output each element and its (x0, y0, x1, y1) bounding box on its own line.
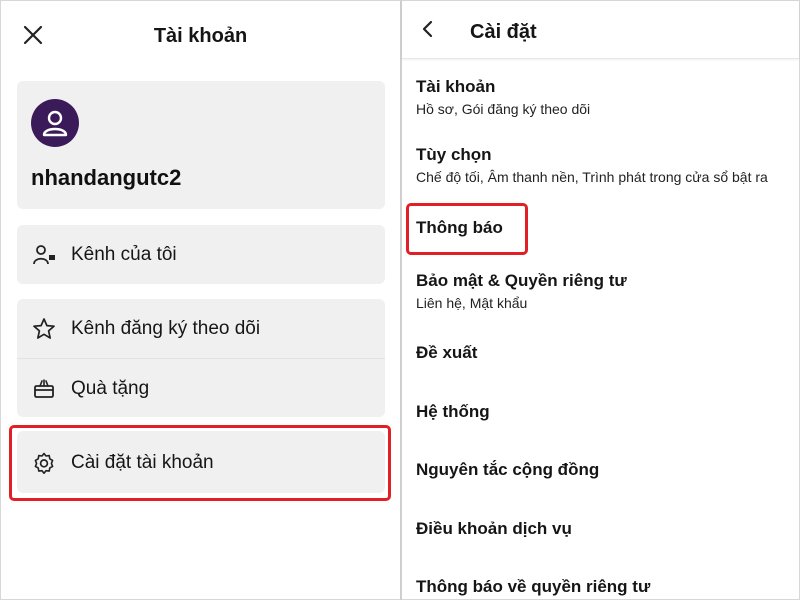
gifts-label: Quà tặng (71, 377, 150, 399)
setting-community-guidelines[interactable]: Nguyên tắc cộng đồng (416, 460, 796, 480)
page-title: Tài khoản (153, 25, 248, 47)
setting-title: Thông báo về quyền riêng tư (416, 577, 651, 596)
gift-icon (31, 376, 57, 402)
setting-title: Tài khoản (416, 77, 496, 96)
setting-title: Hệ thống (416, 402, 490, 421)
star-icon (31, 316, 57, 342)
setting-title: Bảo mật & Quyền riêng tư (416, 271, 627, 290)
setting-subtitle: Chế độ tối, Âm thanh nền, Trình phát tro… (416, 169, 768, 185)
account-settings-card: Cài đặt tài khoản (17, 431, 385, 493)
username: nhandangutc2 (31, 165, 182, 190)
my-channel-label: Kênh của tôi (71, 243, 177, 265)
setting-subtitle: Liên hệ, Mật khẩu (416, 295, 528, 311)
subscriptions-label: Kênh đăng ký theo dõi (71, 317, 261, 339)
profile-card[interactable]: nhandangutc2 (17, 81, 385, 209)
subscriptions-gifts-card: Kênh đăng ký theo dõi Quà tặng (17, 299, 385, 417)
user-icon (42, 110, 68, 137)
setting-recommendations[interactable]: Đề xuất (416, 343, 796, 363)
setting-account[interactable]: Tài khoản Hồ sơ, Gói đăng ký theo dõi (416, 77, 796, 117)
setting-system[interactable]: Hệ thống (416, 402, 796, 422)
gear-icon (31, 450, 57, 476)
settings-title: Cài đặt (470, 21, 537, 43)
setting-subtitle: Hồ sơ, Gói đăng ký theo dõi (416, 101, 591, 117)
channel-icon (31, 242, 57, 268)
settings-header: Cài đặt (402, 1, 799, 59)
setting-title: Tùy chọn (416, 145, 492, 164)
account-settings-button[interactable]: Cài đặt tài khoản (17, 433, 385, 492)
settings-panel: Cài đặt Tài khoản Hồ sơ, Gói đăng ký the… (402, 1, 799, 599)
setting-title: Đề xuất (416, 343, 478, 362)
setting-title: Nguyên tắc cộng đồng (416, 460, 600, 479)
setting-terms-of-service[interactable]: Điều khoản dịch vụ (416, 519, 796, 539)
my-channel-button[interactable]: Kênh của tôi (17, 225, 385, 284)
setting-preferences[interactable]: Tùy chọn Chế độ tối, Âm thanh nền, Trình… (416, 145, 796, 185)
account-settings-label: Cài đặt tài khoản (71, 451, 214, 473)
setting-security-privacy[interactable]: Bảo mật & Quyền riêng tư Liên hệ, Mật kh… (416, 271, 796, 311)
setting-title: Điều khoản dịch vụ (416, 519, 572, 538)
setting-title: Thông báo (416, 218, 503, 237)
setting-notifications[interactable]: Thông báo (416, 218, 796, 238)
subscriptions-button[interactable]: Kênh đăng ký theo dõi (17, 299, 385, 358)
gifts-button[interactable]: Quà tặng (17, 359, 385, 418)
setting-privacy-notice[interactable]: Thông báo về quyền riêng tư (416, 577, 796, 597)
back-icon[interactable] (416, 17, 440, 41)
avatar[interactable] (31, 99, 79, 147)
account-header: Tài khoản (1, 1, 400, 69)
my-channel-card: Kênh của tôi (17, 225, 385, 284)
account-panel: Tài khoản nhandangutc2 Kênh của tôi Kênh… (1, 1, 400, 599)
